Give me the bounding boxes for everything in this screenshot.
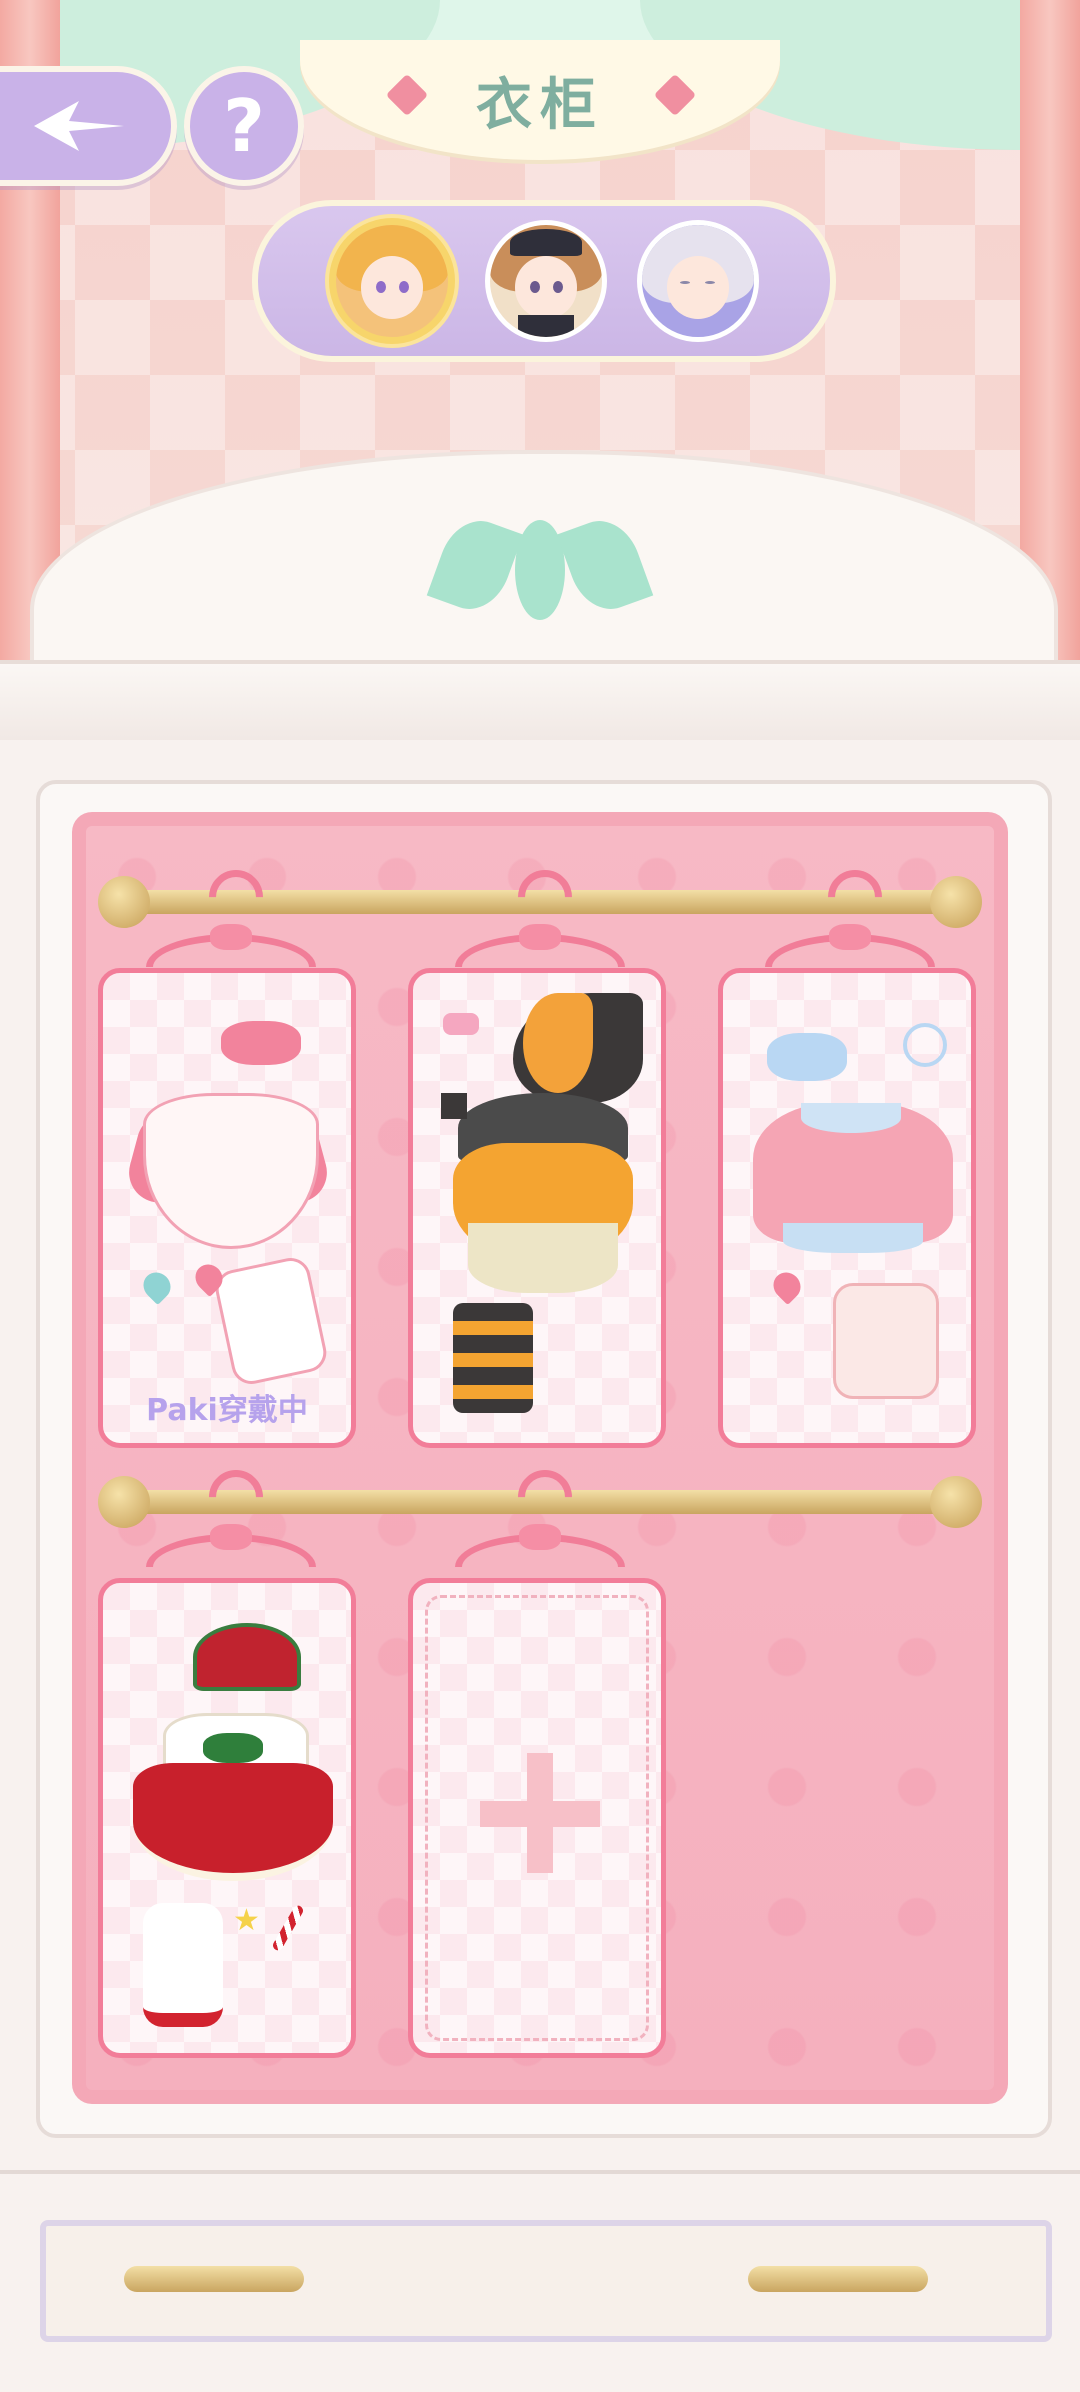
bow-icon bbox=[203, 1733, 263, 1763]
help-button[interactable]: ? bbox=[184, 66, 304, 186]
wearing-status-label: Paki穿戴中 bbox=[146, 1393, 308, 1428]
page-title: 衣柜 bbox=[476, 71, 604, 138]
outfit-card-christmas[interactable]: ★ bbox=[98, 1578, 356, 2058]
hood-icon bbox=[193, 1623, 301, 1691]
avatar-collar bbox=[518, 314, 574, 337]
hanger bbox=[455, 858, 625, 970]
character-avatar-silver-hair-girl[interactable] bbox=[637, 220, 759, 342]
hair-bow-icon bbox=[221, 1021, 301, 1065]
avatar-eye bbox=[398, 281, 409, 293]
drawer-handle bbox=[124, 2266, 304, 2292]
character-avatar-brown-hair-girl[interactable] bbox=[485, 220, 607, 342]
outfit-card-witch[interactable] bbox=[408, 968, 666, 1448]
drawer-handle bbox=[748, 2266, 928, 2292]
star-icon: ★ bbox=[233, 1903, 260, 1938]
dress-icon bbox=[143, 1093, 319, 1249]
hanger bbox=[765, 858, 935, 970]
skirt-icon bbox=[468, 1223, 618, 1293]
avatar-hat bbox=[510, 229, 582, 257]
rod-end-cap bbox=[930, 1476, 982, 1528]
heart-icon bbox=[137, 1266, 177, 1306]
socks-icon bbox=[211, 1254, 331, 1388]
collar-icon bbox=[801, 1103, 901, 1133]
witch-hat-brim bbox=[523, 993, 593, 1093]
hanger bbox=[146, 858, 316, 970]
hanger bbox=[455, 1458, 625, 1570]
badge-icon bbox=[903, 1023, 947, 1067]
rod-end-cap bbox=[930, 876, 982, 928]
avatar-face bbox=[360, 256, 424, 320]
add-outfit-slot[interactable] bbox=[408, 1578, 666, 2058]
heart-icon bbox=[767, 1266, 807, 1306]
socks-icon bbox=[833, 1283, 939, 1399]
avatar-eye bbox=[680, 281, 691, 284]
outfit-card-pink-sweater[interactable] bbox=[718, 968, 976, 1448]
rod-end-cap bbox=[98, 876, 150, 928]
avatar-eye bbox=[552, 281, 563, 293]
avatar-eye bbox=[704, 281, 715, 284]
character-selector bbox=[252, 200, 836, 362]
avatar-face bbox=[514, 256, 578, 320]
avatar-face bbox=[666, 256, 730, 320]
checker-icon bbox=[441, 1093, 467, 1119]
hanger bbox=[146, 1458, 316, 1570]
back-button[interactable] bbox=[0, 66, 177, 186]
help-icon: ? bbox=[223, 84, 265, 168]
plus-icon bbox=[480, 1801, 600, 1827]
candy-cane-icon bbox=[271, 1903, 305, 1953]
hair-bow-icon bbox=[767, 1033, 847, 1081]
dress-icon bbox=[133, 1763, 333, 1881]
shoes-icon bbox=[143, 1903, 223, 2027]
skirt-icon bbox=[783, 1223, 923, 1253]
character-avatar-blonde-girl[interactable] bbox=[329, 218, 455, 344]
rod-end-cap bbox=[98, 1476, 150, 1528]
back-arrow-icon bbox=[33, 101, 124, 151]
outfit-card-pink-white-dress[interactable]: Paki穿戴中 bbox=[98, 968, 356, 1448]
candy-icon bbox=[443, 1013, 479, 1035]
striped-stockings-icon bbox=[453, 1303, 533, 1413]
